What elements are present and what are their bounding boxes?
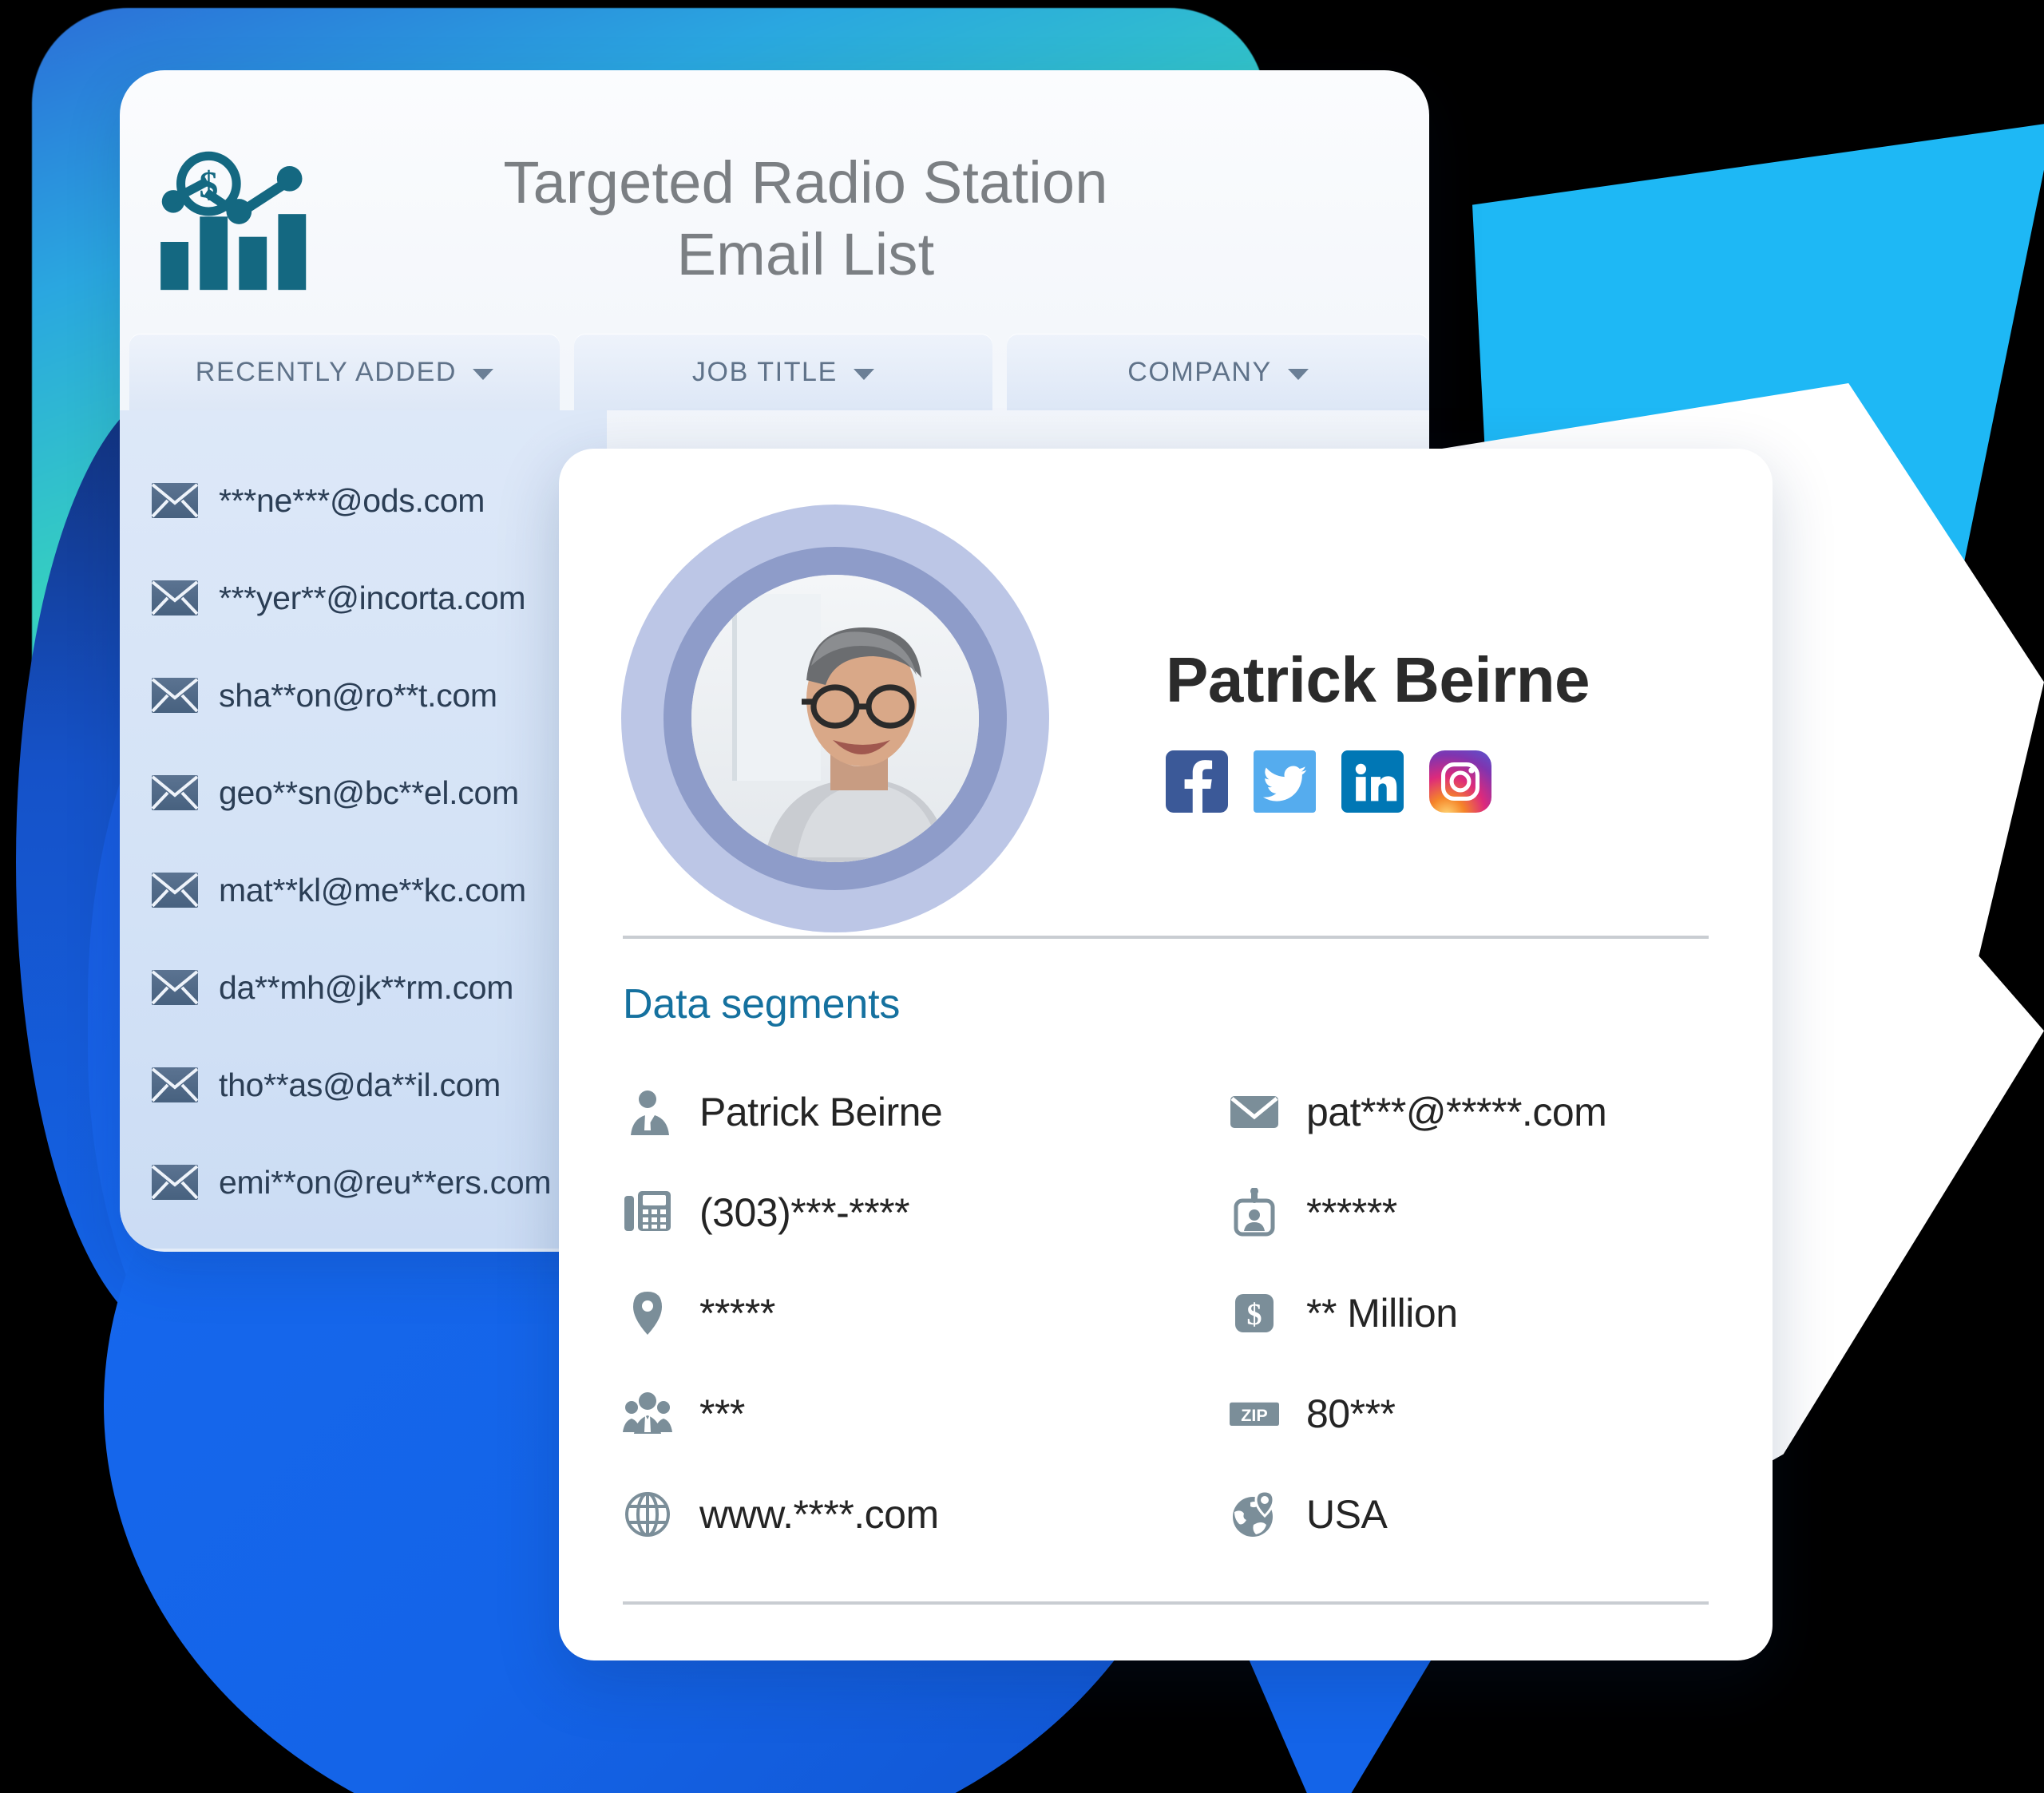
data-segment-value: USA <box>1306 1492 1388 1537</box>
data-segment-value: (303)***-**** <box>699 1190 910 1235</box>
page-title-line1: Targeted Radio Station <box>503 148 1108 216</box>
tab-recently-added[interactable]: RECENTLY ADDED <box>129 334 560 410</box>
svg-text:ZIP: ZIP <box>1241 1406 1267 1425</box>
tab-job-title[interactable]: JOB TITLE <box>573 334 992 410</box>
globe-icon <box>623 1490 672 1539</box>
envelope-icon <box>151 775 199 810</box>
tab-recently-added-label: RECENTLY ADDED <box>195 356 458 387</box>
data-segment-value: www.****.com <box>699 1492 939 1537</box>
chevron-down-icon <box>1287 369 1309 380</box>
data-segment-row: $ ** Million <box>1230 1263 1773 1364</box>
contact-profile-card: Patrick Beirne Data segments Patrick Bei… <box>559 449 1773 1660</box>
chevron-down-icon <box>473 369 494 380</box>
data-segment-row: pat***@*****.com <box>1230 1062 1773 1162</box>
profile-divider-bottom <box>623 1601 1709 1605</box>
email-address: da**mh@jk**rm.com <box>219 968 514 1006</box>
email-icon <box>1230 1087 1279 1137</box>
data-segment-value: Patrick Beirne <box>699 1090 943 1134</box>
tab-job-title-label: JOB TITLE <box>691 356 838 387</box>
avatar-inner-ring <box>664 547 1007 890</box>
email-address: geo**sn@bc**el.com <box>219 774 519 811</box>
page-title-line2: Email List <box>676 221 935 287</box>
email-list-item[interactable]: tho**as@da**il.com <box>151 1036 607 1134</box>
person-name: Patrick Beirne <box>1166 644 1590 715</box>
email-address: emi**on@reu**ers.com <box>219 1163 552 1201</box>
envelope-icon <box>151 970 199 1005</box>
tab-company[interactable]: COMPANY <box>1006 334 1429 410</box>
envelope-icon <box>151 580 199 615</box>
email-list-item[interactable]: mat**kl@me**kc.com <box>151 841 607 939</box>
email-list-item[interactable]: da**mh@jk**rm.com <box>151 939 607 1036</box>
profile-header: Patrick Beirne <box>559 449 1773 936</box>
email-address: tho**as@da**il.com <box>219 1066 501 1103</box>
envelope-icon <box>151 873 199 908</box>
poster-canvas: $ Targeted Radio Station Email List RECE… <box>0 0 2044 1793</box>
data-segment-row: www.****.com <box>623 1464 1230 1565</box>
email-address: sha**on@ro**t.com <box>219 676 497 714</box>
filter-tabs: RECENTLY ADDED JOB TITLE COMPANY <box>120 334 1429 410</box>
svg-text:$: $ <box>199 165 218 207</box>
list-card-header: $ Targeted Radio Station Email List <box>120 70 1429 334</box>
email-list-item[interactable]: ***yer**@incorta.com <box>151 549 607 647</box>
twitter-icon[interactable] <box>1254 750 1316 813</box>
email-list-item[interactable]: sha**on@ro**t.com <box>151 647 607 744</box>
chevron-down-icon <box>853 369 874 380</box>
id-badge-icon <box>1230 1188 1279 1237</box>
data-segment-row: USA <box>1230 1464 1773 1565</box>
globe-pin-icon <box>1230 1490 1279 1539</box>
email-address: ***ne***@ods.com <box>219 481 485 519</box>
people-group-icon <box>623 1389 672 1439</box>
data-segment-value: ****** <box>1306 1190 1397 1235</box>
facebook-icon[interactable] <box>1166 750 1228 813</box>
person-icon <box>623 1087 672 1137</box>
envelope-icon <box>151 1165 199 1200</box>
data-segment-value: 80*** <box>1306 1391 1396 1436</box>
data-segment-row: *** <box>623 1364 1230 1464</box>
email-list-item[interactable]: emi**on@reu**ers.com <box>151 1134 607 1231</box>
data-segment-row: ***** <box>623 1263 1230 1364</box>
data-segment-value: *** <box>699 1391 745 1436</box>
data-segments-grid: Patrick Beirne pat***@*****.com (303)***-*… <box>559 1028 1773 1565</box>
email-list-item[interactable]: geo**sn@bc**el.com <box>151 744 607 841</box>
svg-text:$: $ <box>1247 1298 1262 1332</box>
page-title: Targeted Radio Station Email List <box>310 147 1389 291</box>
location-pin-icon <box>623 1288 672 1338</box>
avatar <box>691 575 979 862</box>
data-segment-row: ****** <box>1230 1162 1773 1263</box>
zip-icon: ZIP <box>1230 1389 1279 1439</box>
envelope-icon <box>151 1067 199 1102</box>
data-segment-value: ** Million <box>1306 1291 1458 1336</box>
linkedin-icon[interactable] <box>1341 750 1404 813</box>
email-address: ***yer**@incorta.com <box>219 579 526 616</box>
profile-identity: Patrick Beirne <box>1166 624 1590 813</box>
avatar-outer-ring <box>621 505 1049 932</box>
email-address: mat**kl@me**kc.com <box>219 871 526 908</box>
data-segment-row: Patrick Beirne <box>623 1062 1230 1162</box>
data-segment-row: (303)***-**** <box>623 1162 1230 1263</box>
data-segment-value: ***** <box>699 1291 775 1336</box>
fax-phone-icon <box>623 1188 672 1237</box>
envelope-icon <box>151 678 199 713</box>
data-segment-value: pat***@*****.com <box>1306 1090 1607 1134</box>
instagram-icon[interactable] <box>1429 750 1491 813</box>
dollar-icon: $ <box>1230 1288 1279 1338</box>
email-list: ***ne***@ods.com ***yer**@incorta.com sha*… <box>120 410 607 1249</box>
data-segments-title: Data segments <box>623 981 901 1027</box>
data-segment-row: ZIP 80*** <box>1230 1364 1773 1464</box>
social-links <box>1166 750 1590 813</box>
tab-company-label: COMPANY <box>1127 356 1272 387</box>
envelope-icon <box>151 483 199 518</box>
email-list-item[interactable]: ***ne***@ods.com <box>151 452 607 549</box>
bar-chart-dollar-logo-icon: $ <box>158 151 310 295</box>
